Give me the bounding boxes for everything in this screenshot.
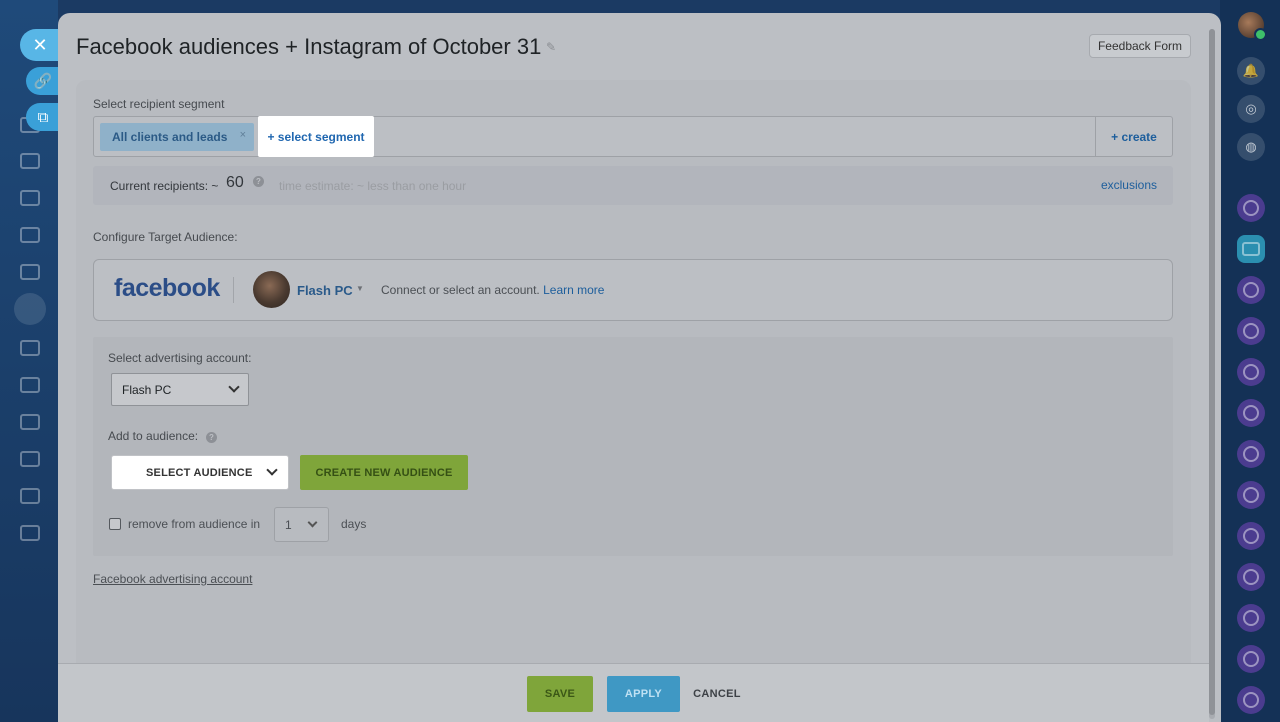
add-to-audience-label: Add to audience: (108, 429, 199, 443)
chevron-down-icon (266, 464, 278, 476)
chat-avatar[interactable] (1237, 522, 1265, 550)
chat-avatar[interactable] (1237, 276, 1265, 304)
remove-from-audience-checkbox[interactable] (109, 518, 121, 530)
apply-button[interactable]: APPLY (607, 676, 680, 712)
caret-down-icon[interactable]: ▼ (356, 284, 364, 293)
close-icon: ✕ (32, 34, 48, 55)
chat-avatar[interactable] (1237, 563, 1265, 591)
segment-chip[interactable]: All clients and leads × (100, 123, 254, 151)
remove-chip-icon[interactable]: × (240, 129, 246, 141)
learn-more-link[interactable]: Learn more (543, 283, 604, 297)
days-value: 1 (285, 517, 292, 532)
sidebar-icon[interactable] (20, 377, 40, 393)
recipients-label: Current recipients: ~ (110, 179, 219, 193)
select-segment-button[interactable]: + select segment (258, 116, 374, 157)
slider-panel: Facebook audiences + Instagram of Octobe… (58, 13, 1221, 722)
user-avatar[interactable] (1238, 12, 1267, 41)
segment-selector[interactable]: All clients and leads × + select segment… (93, 116, 1173, 157)
sidebar-icon[interactable] (20, 525, 40, 541)
sidebar-icon[interactable] (20, 451, 40, 467)
connect-prompt: Connect or select an account. (381, 283, 540, 297)
exclusions-link[interactable]: exclusions (1101, 178, 1157, 192)
advertising-account-label: Select advertising account: (108, 351, 252, 365)
scrollbar-thumb[interactable] (1209, 29, 1215, 715)
sidebar-icon[interactable] (20, 414, 40, 430)
help-icon[interactable]: ? (206, 432, 217, 443)
chat-icon[interactable]: ◍ (1237, 133, 1265, 161)
advertising-account-value: Flash PC (122, 382, 172, 397)
segment-chip-label: All clients and leads (112, 130, 228, 144)
facebook-advertising-account-link[interactable]: Facebook advertising account (93, 572, 252, 586)
facebook-connector: facebook Flash PC ▼ Connect or select an… (93, 259, 1173, 321)
sidebar-active-icon[interactable] (14, 293, 46, 325)
sidebar-icon[interactable] (20, 190, 40, 206)
time-estimate: time estimate: ~ less than one hour (279, 179, 467, 193)
scrollbar[interactable] (1209, 29, 1215, 719)
page-title: Facebook audiences + Instagram of Octobe… (76, 34, 542, 59)
cart-icon[interactable] (20, 340, 40, 356)
create-new-audience-button[interactable]: CREATE NEW AUDIENCE (300, 455, 468, 490)
chevron-down-icon (228, 381, 240, 393)
sidebar-icon[interactable] (20, 227, 40, 243)
chart-icon[interactable] (20, 488, 40, 504)
chat-avatar[interactable] (1237, 358, 1265, 386)
connect-text: Connect or select an account. Learn more (381, 283, 604, 297)
footer-buttons: SAVE APPLY CANCEL (58, 663, 1209, 722)
advertising-settings: Select advertising account: Flash PC Add… (93, 337, 1173, 556)
recipients-count: 60 (226, 174, 244, 191)
select-audience-label: SELECT AUDIENCE (146, 466, 253, 479)
target-audience-label: Configure Target Audience: (93, 230, 238, 244)
advertising-account-select[interactable]: Flash PC (111, 373, 249, 406)
search-icon[interactable]: ◎ (1237, 95, 1265, 123)
chat-avatar[interactable] (1237, 604, 1265, 632)
facebook-logo: facebook (114, 274, 220, 302)
form-card: Select recipient segment All clients and… (76, 80, 1191, 675)
bell-icon[interactable]: 🔔 (1237, 57, 1265, 85)
sidebar-icon[interactable] (20, 264, 40, 280)
chat-avatar[interactable] (1237, 194, 1265, 222)
external-link-icon: ⧉ (37, 108, 49, 126)
close-slider-button[interactable]: ✕ (20, 29, 60, 61)
right-sidebar: 🔔 ◎ ◍ (1220, 0, 1280, 722)
account-name-dropdown[interactable]: Flash PC (297, 283, 353, 298)
create-segment-button[interactable]: + create (1095, 117, 1172, 156)
chat-avatar[interactable] (1237, 317, 1265, 345)
days-select[interactable]: 1 (274, 507, 329, 542)
help-icon[interactable]: ? (253, 176, 264, 187)
sidebar-icon[interactable] (20, 153, 40, 169)
segment-label: Select recipient segment (93, 97, 225, 111)
link-icon: 🔗 (33, 73, 53, 90)
account-avatar (253, 271, 290, 308)
divider (233, 277, 234, 303)
pencil-icon[interactable]: ✎ (546, 40, 556, 54)
recipients-bar: Current recipients: ~ 60 ? time estimate… (93, 166, 1173, 205)
days-label: days (341, 517, 367, 531)
chat-avatar[interactable] (1237, 235, 1265, 263)
feedback-form-button[interactable]: Feedback Form (1088, 34, 1191, 58)
chat-avatar[interactable] (1237, 399, 1265, 427)
chat-avatar[interactable] (1237, 645, 1265, 673)
select-audience-dropdown[interactable]: SELECT AUDIENCE (111, 455, 289, 490)
remove-from-audience-label: remove from audience in (128, 517, 261, 531)
online-status-icon (1254, 28, 1267, 41)
copy-link-button[interactable]: 🔗 (26, 67, 60, 95)
chat-avatar[interactable] (1237, 686, 1265, 714)
save-button[interactable]: SAVE (527, 676, 593, 712)
open-new-window-button[interactable]: ⧉ (26, 103, 60, 131)
chat-avatar[interactable] (1237, 440, 1265, 468)
chat-avatar[interactable] (1237, 481, 1265, 509)
chevron-down-icon (307, 517, 318, 528)
cancel-button[interactable]: CANCEL (688, 676, 746, 712)
